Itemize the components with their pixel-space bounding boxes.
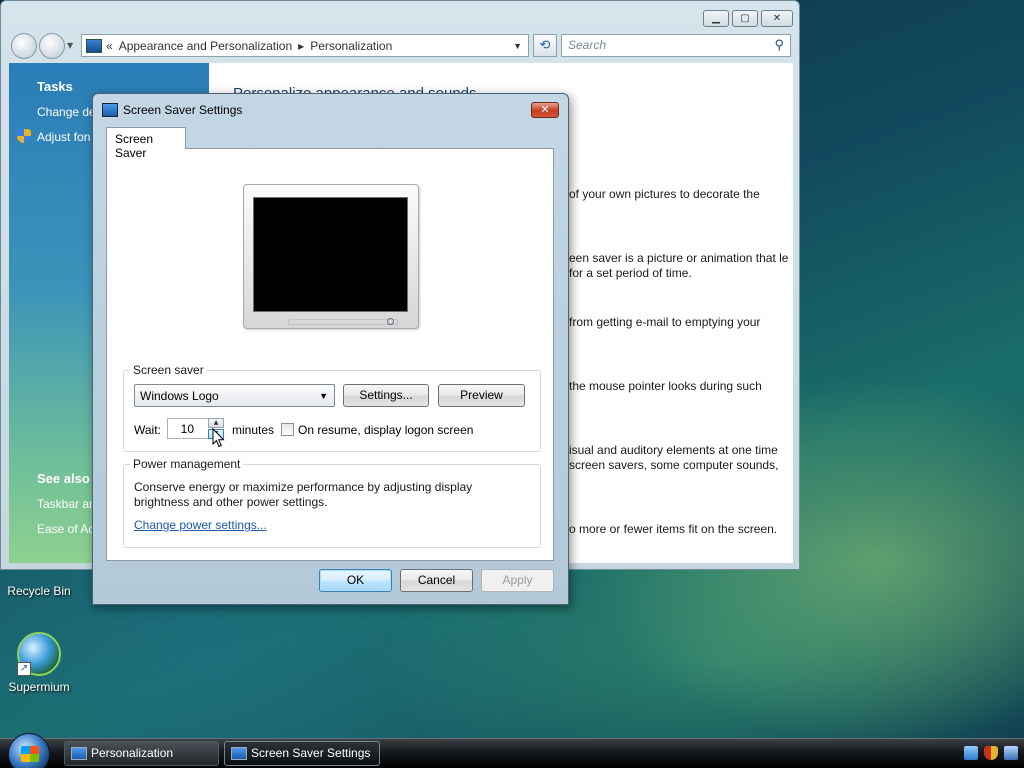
spin-up-icon[interactable]: ▲ — [208, 418, 224, 428]
screen-saver-settings-dialog: Screen Saver Settings ✕ Screen Saver Scr… — [92, 93, 569, 605]
resume-logon-label[interactable]: On resume, display logon screen — [298, 423, 473, 437]
tab-screen-saver[interactable]: Screen Saver — [106, 127, 186, 160]
dialog-close-button[interactable]: ✕ — [531, 102, 559, 118]
screen-saver-preview-monitor — [243, 184, 419, 329]
dialog-titlebar[interactable]: Screen Saver Settings ✕ — [93, 94, 568, 124]
display-icon — [231, 747, 247, 760]
address-bar[interactable]: « Appearance and Personalization ▸ Perso… — [81, 34, 529, 57]
control-panel-icon — [86, 38, 102, 53]
taskbar-item-screen-saver-settings[interactable]: Screen Saver Settings — [224, 741, 380, 766]
sidebar-see-also-link[interactable]: Taskbar an — [37, 497, 96, 511]
power-description: Conserve energy or maximize performance … — [134, 480, 473, 509]
navigation-bar: ▼ « Appearance and Personalization ▸ Per… — [9, 31, 793, 59]
content-snippet: o more or fewer items fit on the screen. — [569, 522, 778, 536]
breadcrumb-personalization[interactable]: Personalization — [310, 39, 392, 53]
cancel-button[interactable]: Cancel — [400, 569, 473, 592]
breadcrumb-appearance[interactable]: Appearance and Personalization — [119, 39, 292, 53]
apply-button[interactable]: Apply — [481, 569, 554, 592]
desktop-icon-label: Recycle Bin — [7, 584, 71, 598]
tasks-heading: Tasks — [37, 79, 73, 94]
sidebar-task-link[interactable]: Adjust fon — [37, 130, 90, 144]
display-icon — [102, 103, 118, 117]
resume-logon-checkbox[interactable] — [281, 423, 294, 436]
taskbar-item-label: Personalization — [91, 746, 174, 760]
desktop-icon-label: Supermium — [8, 680, 70, 694]
start-button[interactable] — [8, 733, 50, 768]
tab-panel: Screen saver Windows Logo ▼ Settings... … — [106, 148, 554, 561]
recent-pages-dropdown-icon[interactable]: ▼ — [67, 41, 73, 50]
power-management-group: Power management Conserve energy or maxi… — [123, 457, 541, 548]
screen-saver-dropdown[interactable]: Windows Logo ▼ — [134, 384, 335, 407]
desktop-icon-supermium[interactable]: ↗ Supermium — [1, 632, 77, 694]
preview-button[interactable]: Preview — [438, 384, 525, 407]
monitor-base — [288, 319, 398, 325]
supermium-icon: ↗ — [17, 632, 61, 676]
windows-logo-icon — [21, 746, 39, 762]
shortcut-arrow-icon: ↗ — [17, 662, 31, 676]
control-panel-icon — [71, 747, 87, 760]
forward-button[interactable] — [39, 33, 65, 59]
minimize-button[interactable]: ▁ — [703, 10, 729, 27]
group-label: Power management — [130, 457, 244, 471]
content-snippet: een saver is a picture or animation that… — [569, 251, 789, 280]
volume-icon[interactable] — [1004, 746, 1018, 760]
content-snippet: isual and auditory elements at one time … — [569, 443, 779, 472]
breadcrumb-overflow[interactable]: « — [106, 39, 113, 53]
see-also-heading: See also — [37, 471, 90, 486]
system-tray — [964, 746, 1018, 760]
mouse-cursor-icon — [212, 428, 225, 448]
taskbar-item-personalization[interactable]: Personalization — [64, 741, 219, 766]
address-dropdown-icon[interactable]: ▼ — [513, 41, 522, 51]
shield-icon — [17, 129, 31, 143]
wait-label: Wait: — [134, 423, 161, 437]
screen-saver-group: Screen saver Windows Logo ▼ Settings... … — [123, 363, 541, 452]
group-label: Screen saver — [130, 363, 207, 377]
maximize-button[interactable]: ▢ — [732, 10, 758, 27]
taskbar: Personalization Screen Saver Settings — [0, 733, 1024, 768]
ok-button[interactable]: OK — [319, 569, 392, 592]
search-placeholder: Search — [568, 38, 607, 52]
wait-minutes-input[interactable]: 10 — [167, 418, 213, 439]
settings-button[interactable]: Settings... — [343, 384, 429, 407]
content-snippet: of your own pictures to decorate the — [569, 187, 760, 201]
taskbar-item-label: Screen Saver Settings — [251, 746, 371, 760]
content-snippet: the mouse pointer looks during such — [569, 379, 762, 393]
breadcrumb-separator-icon[interactable]: ▸ — [298, 39, 304, 53]
selected-screen-saver: Windows Logo — [140, 389, 219, 403]
search-input[interactable]: Search ⚲ — [561, 34, 791, 57]
sidebar-task-link[interactable]: Change de — [37, 105, 96, 119]
preview-screen — [253, 197, 408, 312]
network-icon[interactable] — [964, 746, 978, 760]
chevron-down-icon: ▼ — [319, 391, 328, 401]
window-controls: ▁ ▢ ✕ — [703, 10, 793, 27]
dialog-title: Screen Saver Settings — [123, 103, 243, 117]
search-icon[interactable]: ⚲ — [774, 37, 784, 53]
power-led-icon — [387, 318, 394, 325]
back-button[interactable] — [11, 33, 37, 59]
refresh-button[interactable]: ⟲ — [533, 34, 557, 57]
change-power-settings-link[interactable]: Change power settings... — [134, 518, 267, 532]
minutes-label: minutes — [232, 423, 275, 437]
close-button[interactable]: ✕ — [761, 10, 793, 27]
content-snippet: from getting e-mail to emptying your — [569, 315, 761, 329]
sidebar-see-also-link[interactable]: Ease of Ac — [37, 522, 94, 536]
security-shield-icon[interactable] — [984, 746, 998, 760]
